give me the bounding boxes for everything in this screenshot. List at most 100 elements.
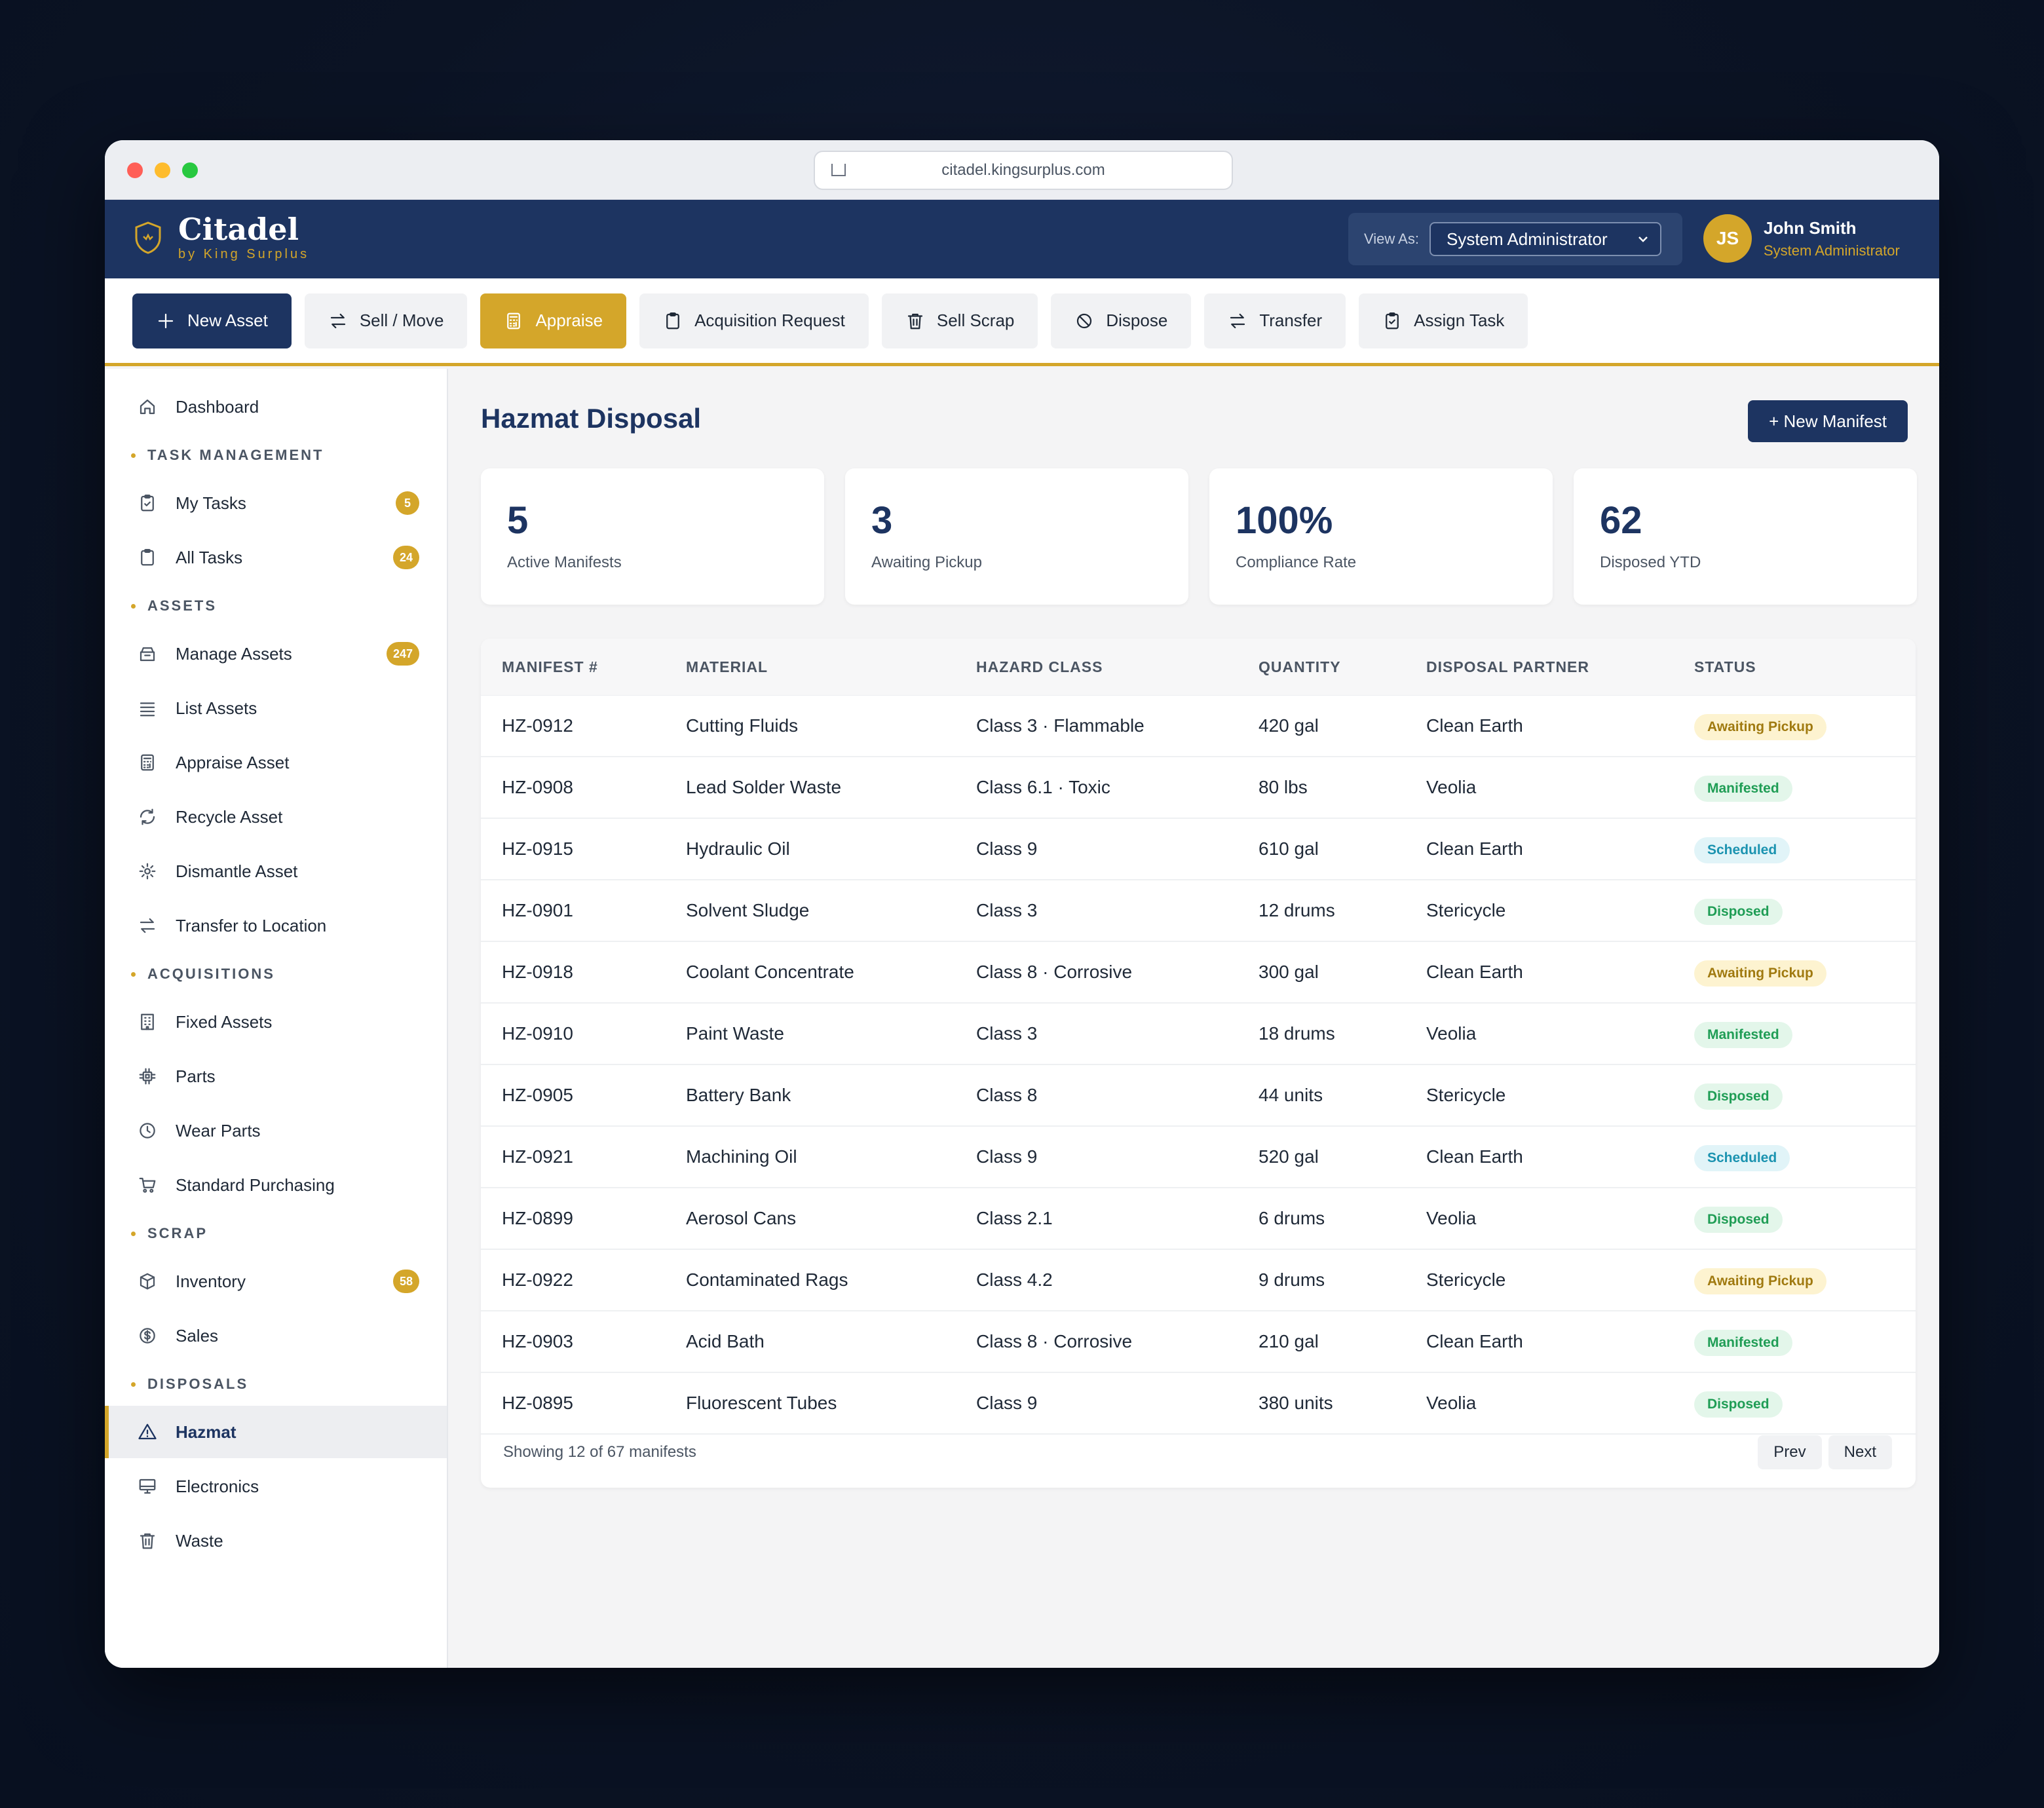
sidebar-item-my-tasks[interactable]: My Tasks 5 <box>105 477 447 529</box>
new-asset-button[interactable]: New Asset <box>132 293 292 348</box>
stat-value: 100% <box>1236 499 1333 542</box>
table-cell: Machining Oil <box>686 1146 797 1167</box>
table-row[interactable]: HZ-0910 Paint Waste Class 3 18 drums Veolia M… <box>481 1004 1916 1065</box>
new-manifest-button[interactable]: + New Manifest <box>1748 400 1908 442</box>
box-icon <box>140 1273 155 1290</box>
action-toolbar: New Asset Sell / Move Appraise Acquisition … <box>105 278 1939 366</box>
sidebar-item-label: Electronics <box>176 1476 259 1496</box>
brand-logo[interactable]: Citadel by King Surplus <box>134 213 309 262</box>
table-cell: Class 6.1 · Toxic <box>976 777 1110 797</box>
toolbar-button-label: Sell Scrap <box>936 311 1015 330</box>
sidebar-item-label: Wear Parts <box>176 1120 261 1140</box>
sidebar-item-all-tasks[interactable]: All Tasks 24 <box>105 531 447 584</box>
swap-icon <box>330 313 345 328</box>
calculator-icon <box>507 312 521 329</box>
swap-icon <box>1230 313 1245 328</box>
table-cell: Clean Earth <box>1426 1331 1523 1351</box>
table-cell: Solvent Sludge <box>686 900 810 920</box>
prev-page-button[interactable]: Prev <box>1758 1435 1822 1469</box>
table-cell: 210 gal <box>1259 1331 1319 1351</box>
sidebar-item-fixed-assets[interactable]: Fixed Assets <box>105 996 447 1048</box>
column-header-quantity[interactable]: QUANTITY <box>1259 658 1341 676</box>
sidebar-item-parts[interactable]: Parts <box>105 1050 447 1102</box>
column-header-manifest[interactable]: MANIFEST # <box>502 658 598 676</box>
sidebar-item-waste[interactable]: Waste <box>105 1515 447 1567</box>
table-cell: Veolia <box>1426 1208 1477 1228</box>
table-row[interactable]: HZ-0908 Lead Solder Waste Class 6.1 · Toxi… <box>481 757 1916 819</box>
sidebar-item-list-assets[interactable]: List Assets <box>105 682 447 734</box>
sidebar-item-wear-parts[interactable]: Wear Parts <box>105 1104 447 1157</box>
building-icon <box>141 1013 154 1030</box>
table-row[interactable]: HZ-0921 Machining Oil Class 9 520 gal Clean … <box>481 1127 1916 1188</box>
sidebar-item-inventory[interactable]: Inventory 58 <box>105 1255 447 1308</box>
archive-icon <box>140 647 155 662</box>
transfer-button[interactable]: Transfer <box>1204 293 1346 348</box>
table-row[interactable]: HZ-0915 Hydraulic Oil Class 9 610 gal Clean … <box>481 819 1916 880</box>
sidebar-item-dashboard[interactable]: Dashboard <box>105 381 447 433</box>
sell-move-button[interactable]: Sell / Move <box>304 293 468 348</box>
table-cell: HZ-0899 <box>502 1208 573 1228</box>
view-as-select[interactable]: System Administrator <box>1429 222 1661 256</box>
maximize-window-button[interactable] <box>182 162 198 178</box>
acquisition-request-button[interactable]: Acquisition Request <box>639 293 869 348</box>
sidebar-item-standard-purchasing[interactable]: Standard Purchasing <box>105 1159 447 1211</box>
sidebar-section-title: ASSETS <box>147 597 218 614</box>
column-header-status[interactable]: STATUS <box>1694 658 1756 676</box>
table-cell: HZ-0895 <box>502 1393 573 1413</box>
toolbar-button-label: Sell / Move <box>359 311 444 330</box>
column-header-hazard-class[interactable]: HAZARD CLASS <box>976 658 1103 676</box>
sidebar-item-label: Manage Assets <box>176 643 292 664</box>
table-cell: Stericycle <box>1426 900 1506 920</box>
sidebar-item-label: Fixed Assets <box>176 1011 273 1032</box>
clock-icon <box>140 1123 155 1139</box>
close-window-button[interactable] <box>127 162 143 178</box>
table-row[interactable]: HZ-0922 Contaminated Rags Class 4.2 9 drums… <box>481 1250 1916 1311</box>
sidebar-item-hazmat[interactable]: Hazmat <box>105 1406 447 1458</box>
table-cell: Stericycle <box>1426 1085 1506 1105</box>
sidebar-item-sales[interactable]: Sales <box>105 1309 447 1362</box>
address-bar[interactable]: citadel.kingsurplus.com <box>814 151 1233 190</box>
sidebar-item-appraise-asset[interactable]: Appraise Asset <box>105 736 447 789</box>
stat-card-active-manifests: 5 Active Manifests <box>481 468 824 605</box>
assign-task-button[interactable]: Assign Task <box>1359 293 1528 348</box>
table-row[interactable]: HZ-0899 Aerosol Cans Class 2.1 6 drums Veoli… <box>481 1188 1916 1250</box>
user-menu[interactable]: JS John Smith System Administrator <box>1703 214 1900 263</box>
dispose-button[interactable]: Dispose <box>1051 293 1192 348</box>
next-page-button[interactable]: Next <box>1828 1435 1892 1469</box>
sidebar-item-transfer-to-location[interactable]: Transfer to Location <box>105 899 447 952</box>
table-cell: Stericycle <box>1426 1270 1506 1290</box>
sidebar: Dashboard TASK MANAGEMENT My Tasks 5 All Tas… <box>105 369 448 1668</box>
shield-icon <box>135 221 161 254</box>
table-cell: Clean Earth <box>1426 1146 1523 1167</box>
clipboard-check-icon <box>141 495 154 512</box>
table-row[interactable]: HZ-0912 Cutting Fluids Class 3 · Flammable… <box>481 696 1916 757</box>
table-cell: 300 gal <box>1259 962 1319 982</box>
column-header-disposal-partner[interactable]: DISPOSAL PARTNER <box>1426 658 1589 676</box>
user-role: System Administrator <box>1764 242 1900 259</box>
sidebar-item-manage-assets[interactable]: Manage Assets 247 <box>105 628 447 680</box>
clipboard-check-icon <box>1386 312 1399 329</box>
count-badge: 5 <box>396 491 419 515</box>
table-row[interactable]: HZ-0918 Coolant Concentrate Class 8 · Corr… <box>481 942 1916 1004</box>
page-title: Hazmat Disposal <box>481 403 702 434</box>
minimize-window-button[interactable] <box>155 162 170 178</box>
table-row[interactable]: HZ-0905 Battery Bank Class 8 44 units Steric… <box>481 1065 1916 1127</box>
table-cell: Class 9 <box>976 1393 1038 1413</box>
view-as-control: View As: System Administrator <box>1348 213 1682 265</box>
sidebar-item-label: Waste <box>176 1530 223 1551</box>
sidebar-item-electronics[interactable]: Electronics <box>105 1460 447 1513</box>
appraise-button[interactable]: Appraise <box>480 293 627 348</box>
sidebar-item-label: My Tasks <box>176 493 246 513</box>
table-cell: 420 gal <box>1259 715 1319 736</box>
sidebar-item-label: Transfer to Location <box>176 915 327 935</box>
table-row[interactable]: HZ-0901 Solvent Sludge Class 3 12 drums Ster… <box>481 880 1916 942</box>
home-icon <box>140 399 155 415</box>
count-badge: 58 <box>392 1270 419 1293</box>
sidebar-item-recycle-asset[interactable]: Recycle Asset <box>105 791 447 843</box>
table-row[interactable]: HZ-0903 Acid Bath Class 8 · Corrosive 210 g… <box>481 1311 1916 1373</box>
column-header-material[interactable]: MATERIAL <box>686 658 768 676</box>
sidebar-item-dismantle-asset[interactable]: Dismantle Asset <box>105 845 447 897</box>
sell-scrap-button[interactable]: Sell Scrap <box>881 293 1038 348</box>
sidebar-item-label: Recycle Asset <box>176 806 283 827</box>
table-cell: Class 8 · Corrosive <box>976 1331 1133 1351</box>
